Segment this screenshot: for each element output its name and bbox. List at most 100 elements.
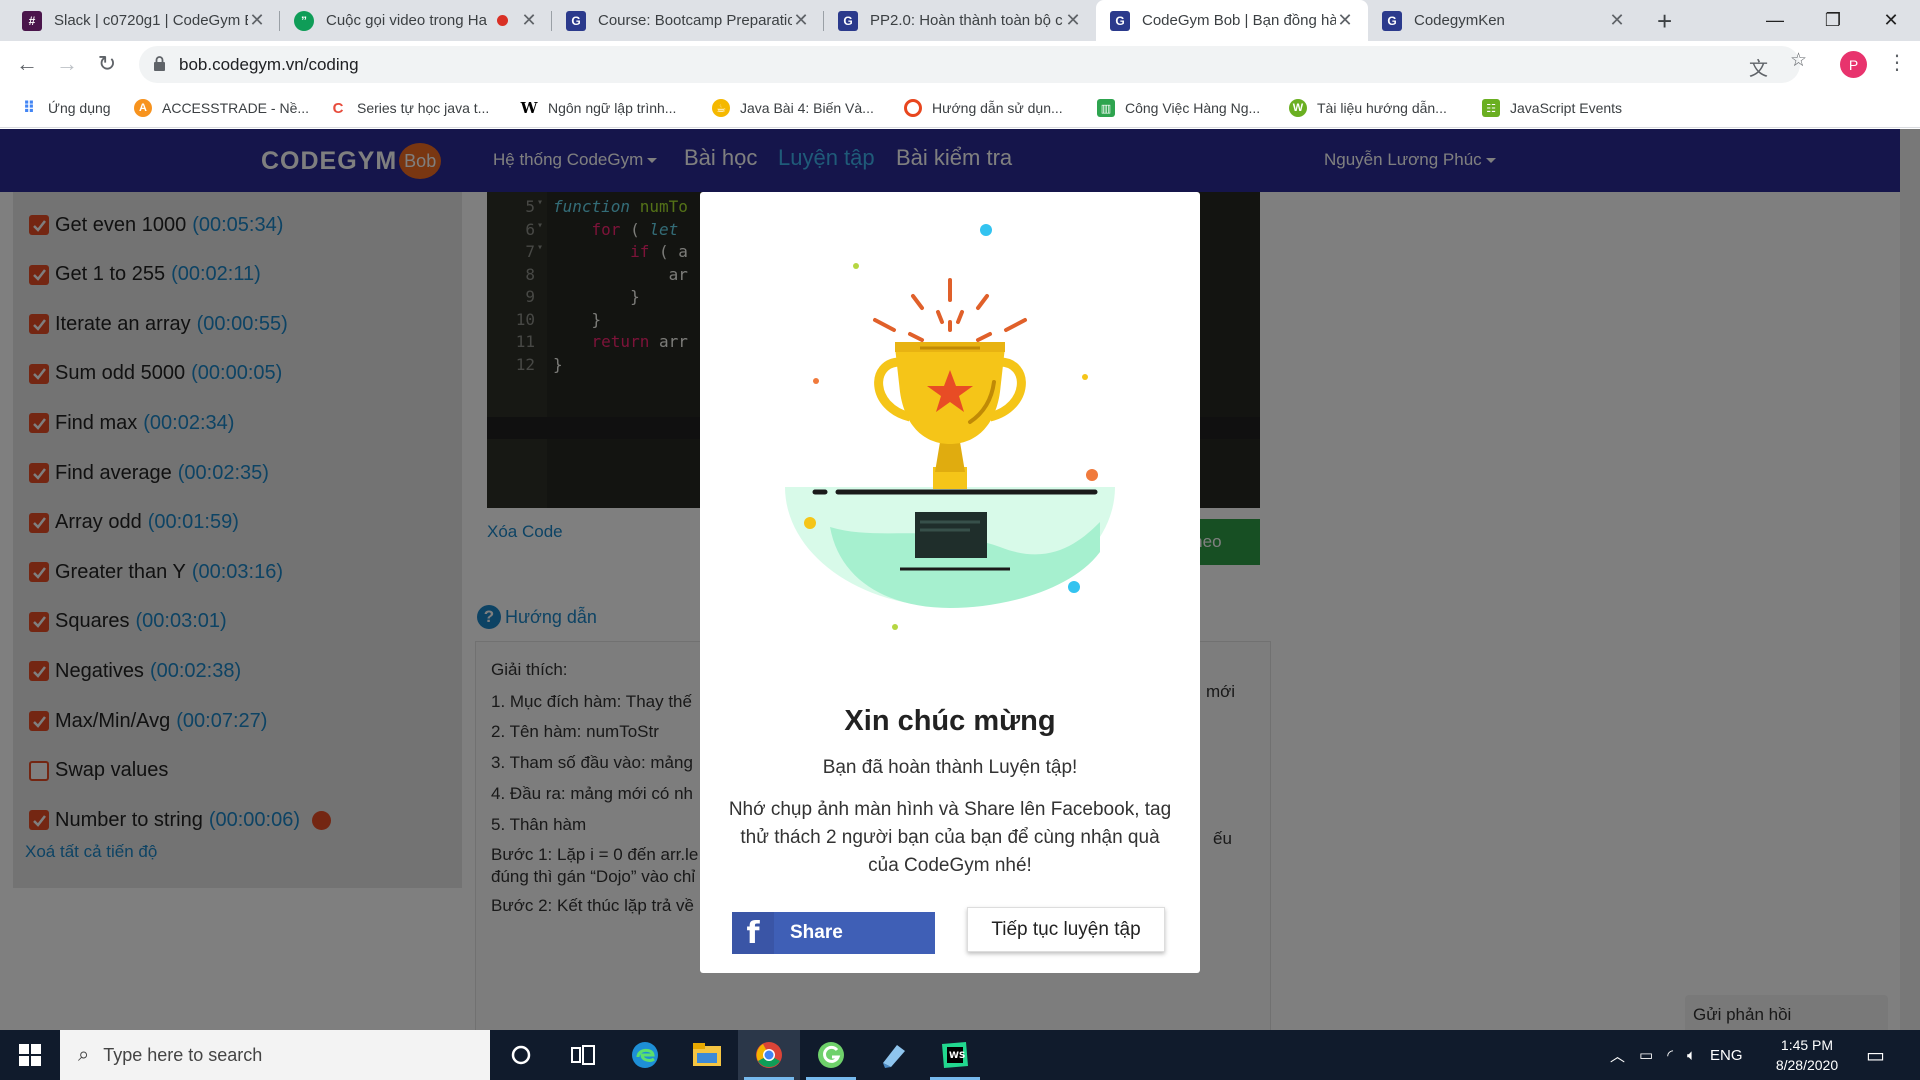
bookmark-label: Java Bài 4: Biến Và... (740, 100, 874, 116)
close-tab-icon[interactable]: ✕ (1608, 10, 1626, 31)
hangouts-icon: ” (294, 10, 314, 31)
new-tab-icon[interactable]: + (1657, 6, 1672, 37)
codegym-g-icon: G (1382, 10, 1402, 31)
tab-title: Slack | c0720g1 | CodeGym E (54, 12, 248, 29)
confetti-dot (1086, 469, 1098, 481)
tab-title: Course: Bootcamp Preparatio (598, 12, 792, 29)
browser-toolbar: ← → ↻ bob.codegym.vn/coding ⽂ ☆ P ⋮ (0, 41, 1920, 88)
grammarly-icon[interactable] (800, 1030, 862, 1080)
bookmark-item[interactable]: ☷ JavaScript Events (1482, 88, 1622, 128)
profile-avatar[interactable]: P (1840, 51, 1867, 78)
confetti-dot (853, 263, 859, 269)
bookmark-item[interactable]: Hướng dẫn sử dụn... (904, 88, 1063, 128)
clock-date: 8/28/2020 (1775, 1057, 1839, 1073)
volume-icon[interactable]: 🔈︎ (1687, 1047, 1696, 1064)
input-language[interactable]: ENG (1710, 1047, 1743, 1064)
clock-time: 1:45 PM (1780, 1037, 1834, 1053)
taskbar-search[interactable]: ⌕ Type here to search (60, 1030, 490, 1080)
file-explorer-icon[interactable] (676, 1030, 738, 1080)
modal-subtitle: Bạn đã hoàn thành Luyện tập! (822, 757, 1078, 778)
codegym-g-icon: G (566, 10, 586, 31)
wikipedia-icon: W (520, 99, 538, 117)
continue-practice-button[interactable]: Tiếp tục luyện tập (967, 907, 1165, 952)
bookmark-item[interactable]: ⠿ Ứng dụng (20, 88, 111, 128)
bookmark-label: Ngôn ngữ lập trình... (548, 100, 677, 116)
address-bar[interactable]: bob.codegym.vn/coding ⽂ (139, 46, 1800, 83)
close-tab-icon[interactable]: ✕ (520, 10, 538, 31)
browser-tab[interactable]: # Slack | c0720g1 | CodeGym E ✕ (8, 0, 280, 41)
bookmark-item[interactable]: W Ngôn ngữ lập trình... (520, 88, 676, 128)
browser-tab[interactable]: G PP2.0: Hoàn thành toàn bộ c ✕ (824, 0, 1096, 41)
translate-icon[interactable]: ⽂ (1749, 54, 1768, 81)
confetti-dot (892, 624, 898, 630)
svg-text:WS: WS (949, 1051, 965, 1061)
notification-icon[interactable]: ▭ (1866, 1030, 1885, 1080)
tab-title: PP2.0: Hoàn thành toàn bộ c (870, 12, 1063, 29)
tab-title: CodegymKen (1414, 12, 1505, 29)
search-placeholder: Type here to search (103, 1044, 263, 1065)
close-tab-icon[interactable]: ✕ (1064, 10, 1082, 31)
browser-tab[interactable]: G Course: Bootcamp Preparatio ✕ (552, 0, 824, 41)
browser-menu-icon[interactable]: ⋮ (1887, 50, 1907, 75)
w-circle-icon: W (1289, 99, 1307, 117)
bookmark-item[interactable]: ☕ Java Bài 4: Biến Và... (712, 88, 874, 128)
search-icon: ⌕ (78, 1043, 90, 1066)
codegym-g-icon: G (1110, 10, 1130, 31)
bookmark-item[interactable]: C Series tự học java t... (329, 88, 489, 128)
bookmarks-bar: ⠿ Ứng dụng A ACCESSTRADE - Nề... C Serie… (0, 88, 1920, 128)
trophy-stem-neck (935, 442, 965, 472)
edge-icon[interactable] (614, 1030, 676, 1080)
url-text: bob.codegym.vn/coding (179, 55, 359, 74)
task-view-icon[interactable] (552, 1030, 614, 1080)
facebook-icon: f (732, 912, 774, 954)
recording-indicator-icon (497, 15, 508, 26)
confetti-dot (980, 224, 992, 236)
opera-icon (904, 99, 922, 117)
webstorm-icon[interactable]: WS (924, 1030, 986, 1080)
close-tab-icon[interactable]: ✕ (1336, 10, 1354, 31)
bookmark-label: Ứng dụng (48, 100, 111, 116)
chevron-up-icon[interactable]: ︿ (1610, 1045, 1625, 1066)
taskbar-clock[interactable]: 1:45 PM 8/28/2020 (1757, 1035, 1857, 1075)
bookmark-star-icon[interactable]: ☆ (1790, 49, 1807, 72)
browser-tab[interactable]: G CodegymKen ✕ (1368, 0, 1640, 41)
reload-icon[interactable]: ↻ (92, 49, 122, 79)
cortana-icon[interactable] (490, 1030, 552, 1080)
battery-icon[interactable]: ▭ (1639, 1046, 1653, 1064)
windows-start-icon[interactable] (0, 1030, 60, 1080)
bookmark-label: Tài liệu hướng dẫn... (1317, 100, 1447, 116)
confetti-dot (1082, 374, 1088, 380)
windows-taskbar: ⌕ Type here to search WS ︿ ▭ ◜ 🔈︎ ENG 1:… (0, 1030, 1920, 1080)
bookmark-item[interactable]: ▥ Công Việc Hàng Ng... (1097, 88, 1260, 128)
modal-title: Xin chúc mừng (844, 705, 1056, 737)
share-label: Share (790, 922, 843, 943)
forward-icon[interactable]: → (52, 49, 82, 79)
chrome-icon[interactable] (738, 1030, 800, 1080)
browser-tab-active[interactable]: G CodeGym Bob | Bạn đồng hà ✕ (1096, 0, 1368, 41)
java-cup-icon: ☕ (712, 99, 730, 117)
minimize-icon[interactable]: — (1746, 0, 1804, 41)
browser-tab[interactable]: ” Cuộc gọi video trong Ha ✕ (280, 0, 552, 41)
restore-icon[interactable]: ❐ (1804, 0, 1862, 41)
share-facebook-button[interactable]: f Share (732, 912, 935, 954)
trello-icon: ▥ (1097, 99, 1115, 117)
bookmark-item[interactable]: W Tài liệu hướng dẫn... (1289, 88, 1447, 128)
close-tab-icon[interactable]: ✕ (792, 10, 810, 31)
tab-strip: # Slack | c0720g1 | CodeGym E ✕ ” Cuộc g… (0, 0, 1920, 41)
codegym-g-icon: G (838, 10, 858, 31)
bookmark-label: Công Việc Hàng Ng... (1125, 100, 1261, 116)
notepad-icon[interactable] (862, 1030, 924, 1080)
close-window-icon[interactable]: ✕ (1862, 0, 1920, 41)
bookmark-label: Series tự học java t... (357, 100, 490, 116)
accesstrade-icon: A (134, 99, 152, 117)
apps-grid-icon: ⠿ (22, 100, 36, 117)
series-c-icon: C (329, 99, 347, 117)
congratulations-modal: Xin chúc mừng Bạn đã hoàn thành Luyện tậ… (700, 192, 1200, 973)
bookmark-item[interactable]: A ACCESSTRADE - Nề... (134, 88, 309, 128)
back-icon[interactable]: ← (12, 49, 42, 79)
confetti-dot (1068, 581, 1080, 593)
close-tab-icon[interactable]: ✕ (248, 10, 266, 31)
slack-icon: # (22, 10, 42, 31)
wifi-icon[interactable]: ◜ (1667, 1046, 1673, 1064)
confetti-dot (804, 517, 816, 529)
